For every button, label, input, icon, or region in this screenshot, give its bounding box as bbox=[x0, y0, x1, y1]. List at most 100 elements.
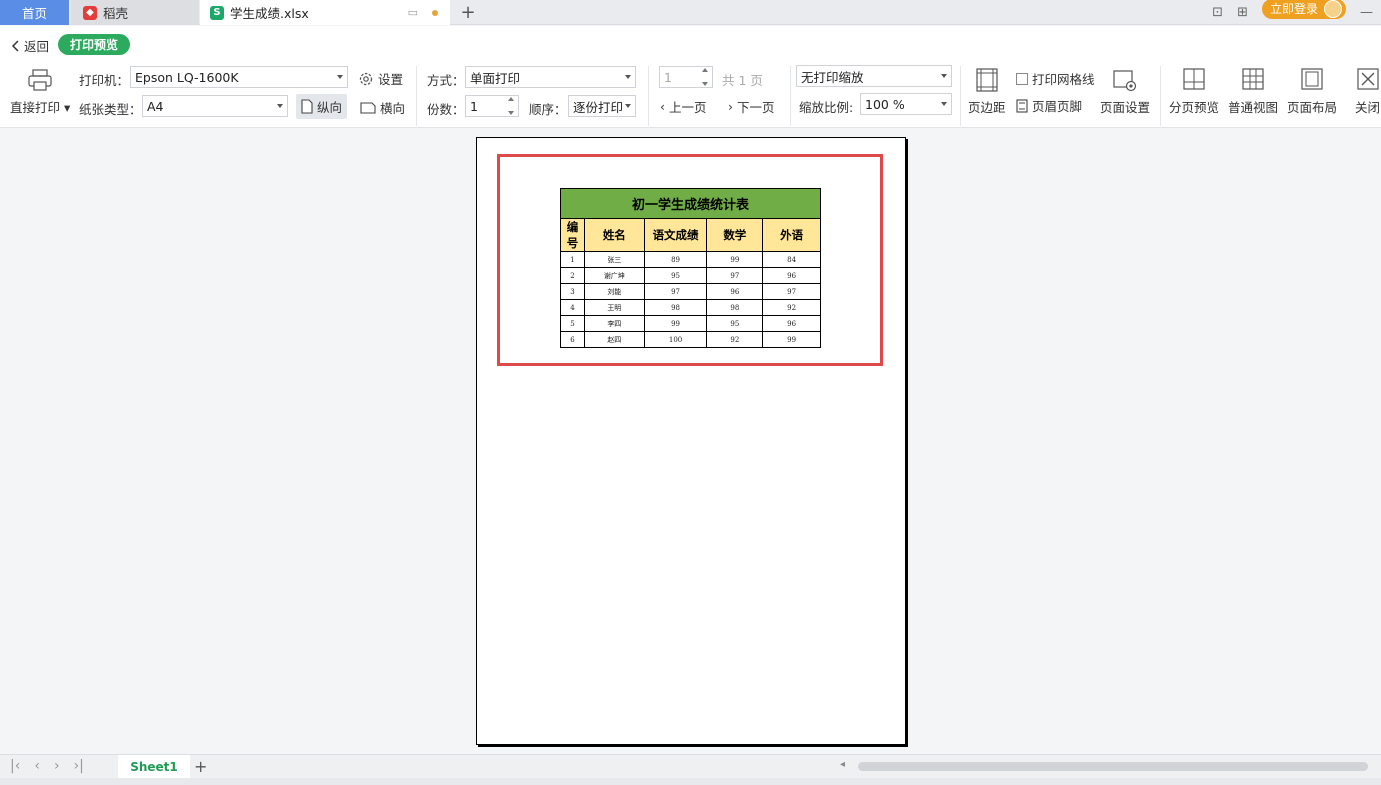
settings-label: 设置 bbox=[378, 72, 404, 87]
cell: 4 bbox=[560, 299, 585, 316]
sheet-tab-bar: |‹ ‹ › ›| Sheet1 + ◂ bbox=[0, 754, 1381, 779]
copies-stepper[interactable] bbox=[506, 97, 516, 115]
chevron-left-icon bbox=[11, 39, 19, 52]
paper-label: 纸张类型： bbox=[79, 102, 142, 117]
margins-button[interactable]: 页边距 bbox=[968, 68, 1006, 116]
chevron-down-icon bbox=[941, 74, 947, 78]
copies-input[interactable]: 1 bbox=[465, 95, 519, 117]
order-select[interactable]: 逐份打印 bbox=[568, 95, 636, 117]
mode-badge: 打印预览 bbox=[58, 34, 131, 55]
chevron-down-icon bbox=[625, 75, 631, 79]
paper-select[interactable]: A4 bbox=[142, 95, 288, 117]
normal-view-button[interactable]: 普通视图 bbox=[1228, 68, 1278, 116]
close-preview-button[interactable]: 关闭 bbox=[1355, 68, 1380, 116]
layout-icon[interactable]: ⊡ bbox=[1212, 5, 1223, 20]
sheet-tab-label: Sheet1 bbox=[130, 760, 178, 774]
normal-view-label: 普通视图 bbox=[1228, 100, 1279, 115]
direct-print-button[interactable]: 直接打印 ▾ bbox=[10, 68, 70, 116]
page-break-icon bbox=[1183, 68, 1205, 90]
tab-status: ▭ bbox=[408, 6, 438, 19]
scaling-value: 无打印缩放 bbox=[801, 69, 864, 85]
page-setup-button[interactable]: 页面设置 bbox=[1100, 68, 1150, 116]
zoom-select[interactable]: 100 % bbox=[860, 93, 952, 115]
zoom-value: 100 % bbox=[865, 96, 905, 112]
header-footer-label: 页眉页脚 bbox=[1032, 99, 1083, 114]
first-sheet-icon[interactable]: |‹ bbox=[10, 758, 20, 774]
settings-button[interactable]: 设置 bbox=[358, 69, 403, 88]
chevron-left-icon: ‹ bbox=[660, 99, 665, 114]
page-break-preview-button[interactable]: 分页预览 bbox=[1169, 68, 1219, 116]
prev-page-button[interactable]: ‹ 上一页 bbox=[660, 97, 707, 116]
tab-file[interactable]: S 学生成绩.xlsx ▭ bbox=[200, 0, 450, 25]
back-button[interactable]: 返回 bbox=[10, 36, 49, 55]
page-number-value: 1 bbox=[664, 69, 672, 85]
print-gridlines-checkbox[interactable]: 打印网格线 bbox=[1016, 69, 1095, 88]
cell: 95 bbox=[706, 315, 764, 332]
scrollbar-thumb[interactable] bbox=[858, 762, 1368, 771]
cell: 99 bbox=[762, 331, 821, 348]
sheet-nav: |‹ ‹ › ›| bbox=[10, 758, 84, 774]
table-header-row: 编号 姓名 语文成绩 数学 外语 bbox=[560, 218, 821, 252]
tab-bar: 首页 ◆ 稻壳 S 学生成绩.xlsx ▭ + ⊡ ⊞ 立即登录 — bbox=[0, 0, 1381, 25]
method-label: 方式： bbox=[427, 73, 465, 88]
separator bbox=[416, 66, 417, 126]
page-layout-button[interactable]: 页面布局 bbox=[1287, 68, 1337, 116]
cell: 92 bbox=[706, 331, 764, 348]
sheet-tab-sheet1[interactable]: Sheet1 bbox=[118, 755, 190, 779]
printer-icon bbox=[28, 69, 52, 91]
prev-sheet-icon[interactable]: ‹ bbox=[34, 758, 40, 774]
chevron-right-icon: › bbox=[728, 99, 733, 114]
cell: 6 bbox=[560, 331, 585, 348]
printer-select[interactable]: Epson LQ-1600K bbox=[130, 66, 348, 88]
table-row: 5 李四 99 95 96 bbox=[560, 315, 821, 332]
cell: 王明 bbox=[583, 299, 645, 316]
copies-value: 1 bbox=[470, 98, 478, 114]
window-controls: ⊡ ⊞ 立即登录 — bbox=[1212, 0, 1373, 25]
cell: 2 bbox=[560, 267, 585, 284]
portrait-page-icon bbox=[301, 99, 313, 114]
close-label: 关闭 bbox=[1355, 100, 1381, 115]
table-row: 6 赵四 100 92 99 bbox=[560, 331, 821, 348]
page-layout-icon bbox=[1301, 68, 1323, 90]
horizontal-scrollbar[interactable]: ◂ bbox=[840, 759, 1380, 772]
page-break-preview-label: 分页预览 bbox=[1169, 100, 1220, 115]
table-row: 4 王明 98 98 92 bbox=[560, 299, 821, 316]
cell: 98 bbox=[706, 299, 764, 316]
method-select[interactable]: 单面打印 bbox=[465, 66, 636, 88]
tab-home[interactable]: 首页 bbox=[0, 0, 69, 25]
login-label: 立即登录 bbox=[1269, 2, 1318, 16]
apps-grid-icon[interactable]: ⊞ bbox=[1237, 5, 1248, 20]
page-number-input[interactable]: 1 bbox=[659, 66, 713, 88]
tab-daoke[interactable]: ◆ 稻壳 bbox=[71, 0, 199, 25]
cell: 99 bbox=[706, 251, 764, 268]
add-sheet-button[interactable]: + bbox=[194, 757, 207, 776]
minimize-icon[interactable]: — bbox=[1360, 5, 1373, 20]
cell: 97 bbox=[706, 267, 764, 284]
paper-value: A4 bbox=[147, 98, 164, 114]
scroll-left-icon[interactable]: ◂ bbox=[840, 759, 845, 770]
scaling-select[interactable]: 无打印缩放 bbox=[796, 65, 952, 87]
header-cell: 语文成绩 bbox=[643, 218, 708, 252]
portrait-button[interactable]: 纵向 bbox=[296, 94, 348, 119]
page-stepper[interactable] bbox=[700, 68, 710, 86]
header-footer-button[interactable]: 页眉页脚 bbox=[1016, 96, 1082, 115]
header-cell: 外语 bbox=[762, 218, 821, 252]
last-sheet-icon[interactable]: ›| bbox=[74, 758, 84, 774]
new-tab-button[interactable]: + bbox=[458, 0, 478, 25]
table-row: 2 谢广坤 95 97 96 bbox=[560, 267, 821, 284]
cell: 97 bbox=[762, 283, 821, 300]
margins-icon bbox=[976, 68, 998, 92]
monitor-icon[interactable]: ▭ bbox=[408, 6, 418, 19]
zoom-label: 缩放比例: bbox=[799, 100, 854, 115]
separator bbox=[960, 66, 961, 126]
next-page-button[interactable]: › 下一页 bbox=[728, 97, 775, 116]
landscape-button[interactable]: 横向 bbox=[360, 98, 405, 117]
score-table: 初一学生成绩统计表 编号 姓名 语文成绩 数学 外语 1 张三 89 99 84 2 谢广… bbox=[560, 188, 821, 348]
cell: 1 bbox=[560, 251, 585, 268]
next-sheet-icon[interactable]: › bbox=[54, 758, 60, 774]
copies-label: 份数： bbox=[427, 102, 465, 117]
header-cell: 编号 bbox=[560, 218, 585, 252]
back-label: 返回 bbox=[24, 39, 50, 54]
grid-view-icon bbox=[1242, 68, 1264, 90]
login-button[interactable]: 立即登录 bbox=[1261, 0, 1346, 19]
